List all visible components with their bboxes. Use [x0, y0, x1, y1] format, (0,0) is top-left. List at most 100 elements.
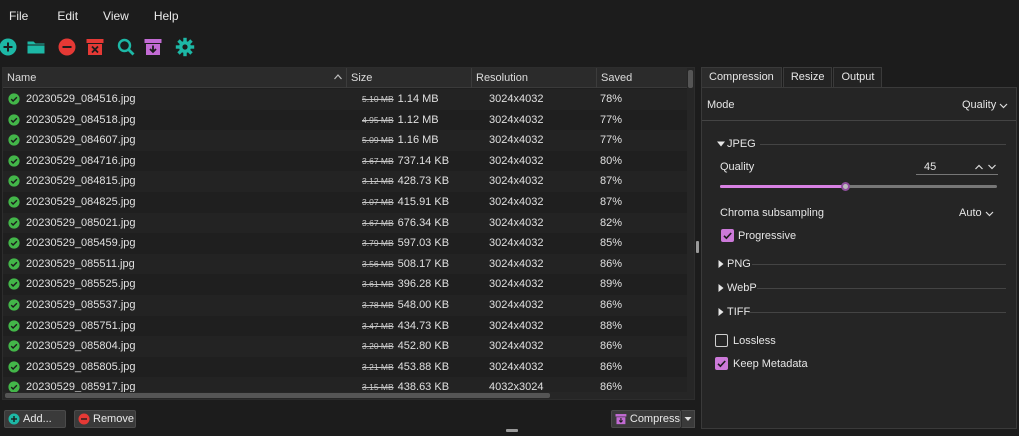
add-button[interactable]: Add...	[4, 410, 66, 428]
chevron-down-icon	[999, 103, 1008, 108]
check-circle-icon	[8, 113, 20, 126]
table-row[interactable]: 20230529_085459.jpg 3.79 MB 597.03 KB 3024x…	[3, 233, 687, 254]
horizontal-splitter-handle[interactable]	[506, 429, 518, 432]
chevron-down-icon[interactable]	[987, 160, 997, 174]
check-circle-icon	[8, 237, 20, 249]
tab-compression[interactable]: Compression	[701, 67, 782, 87]
progressive-label[interactable]: Progressive	[738, 230, 796, 242]
mode-select[interactable]: Quality	[962, 99, 1008, 111]
clear-all-icon[interactable]	[85, 37, 105, 57]
table-row[interactable]: 20230529_085537.jpg 3.78 MB 548.00 KB 3024x…	[3, 294, 687, 316]
search-icon[interactable]	[116, 37, 136, 57]
quality-slider-handle[interactable]	[840, 182, 850, 191]
keep-metadata-label[interactable]: Keep Metadata	[733, 358, 808, 370]
compress-icon	[615, 414, 627, 425]
column-header-saved[interactable]: Saved	[597, 68, 688, 88]
section-webp-label: WebP	[727, 282, 757, 294]
file-table: Name Size Resolution Saved 20230529_0845…	[2, 67, 695, 400]
tab-resize[interactable]: Resize	[782, 67, 833, 87]
original-size: 5.10 MB	[362, 94, 394, 104]
compress-options-button[interactable]	[681, 410, 695, 428]
menu-file[interactable]: File	[0, 9, 28, 23]
original-size: 3.15 MB	[362, 382, 394, 393]
compressed-size: 1.14 MB	[397, 93, 439, 105]
vertical-splitter-handle[interactable]	[696, 241, 699, 253]
file-resolution: 3024x4032	[489, 278, 544, 291]
column-header-name[interactable]: Name	[3, 68, 347, 88]
quality-slider[interactable]	[720, 182, 997, 191]
check-circle-icon	[8, 216, 20, 229]
vertical-scrollbar[interactable]	[687, 68, 694, 399]
original-size: 3.78 MB	[362, 299, 394, 310]
progressive-checkbox[interactable]	[721, 229, 734, 242]
horizontal-scrollbar[interactable]	[3, 392, 687, 399]
section-webp[interactable]: WebP	[717, 282, 757, 294]
keep-metadata-checkbox[interactable]	[715, 357, 728, 370]
check-circle-icon	[8, 196, 20, 208]
file-resolution: 3024x4032	[489, 93, 544, 105]
chroma-subsampling-select[interactable]: Auto	[959, 207, 994, 219]
check-circle-icon	[8, 299, 20, 311]
remove-icon[interactable]	[57, 37, 77, 57]
remove-button[interactable]: Remove	[74, 410, 136, 428]
sort-ascending-icon	[334, 74, 342, 80]
tab-output[interactable]: Output	[833, 67, 883, 87]
column-header-size[interactable]: Size	[347, 68, 472, 88]
table-row[interactable]: 20230529_085804.jpg 3.20 MB 452.80 KB 3024x…	[3, 336, 687, 357]
section-png[interactable]: PNG	[717, 258, 751, 270]
file-size: 3.20 MB 452.80 KB	[362, 336, 472, 357]
column-header-resolution[interactable]: Resolution	[472, 68, 597, 88]
original-size: 3.21 MB	[362, 361, 394, 372]
horizontal-scrollbar-thumb[interactable]	[5, 393, 550, 398]
lossless-checkbox[interactable]	[715, 334, 728, 347]
table-row[interactable]: 20230529_085805.jpg 3.21 MB 453.88 KB 3024x…	[3, 356, 687, 378]
section-tiff[interactable]: TIFF	[717, 306, 750, 318]
table-row[interactable]: 20230529_085525.jpg 3.61 MB 396.28 KB 3024x…	[3, 274, 687, 295]
file-saved-percent: 88%	[600, 319, 623, 332]
file-size: 3.67 MB 737.14 KB	[362, 151, 472, 172]
menu-edit[interactable]: Edit	[48, 9, 78, 23]
table-row[interactable]: 20230529_084815.jpg 3.12 MB 428.73 KB 3024x…	[3, 171, 687, 192]
table-row[interactable]: 20230529_084607.jpg 5.09 MB 1.16 MB 3024x40…	[3, 130, 687, 151]
compressed-size: 434.73 KB	[397, 319, 450, 332]
file-resolution: 3024x4032	[489, 257, 544, 270]
menu-bar: File Edit View Help	[0, 0, 1019, 32]
file-name: 20230529_085537.jpg	[26, 298, 136, 311]
compressed-size: 415.91 KB	[397, 195, 450, 208]
section-jpeg-label: JPEG	[727, 138, 756, 150]
table-row[interactable]: 20230529_084716.jpg 3.67 MB 737.14 KB 3024x…	[3, 150, 687, 172]
settings-icon[interactable]	[175, 37, 195, 57]
remove-button-label: Remove	[93, 413, 134, 425]
menu-view[interactable]: View	[94, 9, 129, 23]
chevron-up-icon[interactable]	[974, 160, 984, 174]
compressed-size: 452.80 KB	[397, 340, 450, 353]
file-name: 20230529_085459.jpg	[26, 237, 136, 250]
vertical-scrollbar-thumb[interactable]	[688, 70, 693, 88]
lossless-label[interactable]: Lossless	[733, 335, 776, 347]
quality-spinbox[interactable]: 45	[916, 160, 998, 175]
file-resolution: 3024x4032	[489, 113, 544, 126]
add-files-icon[interactable]	[0, 37, 18, 57]
table-row[interactable]: 20230529_085021.jpg 3.67 MB 676.34 KB 3024x…	[3, 212, 687, 234]
file-name: 20230529_085511.jpg	[26, 257, 135, 270]
table-row[interactable]: 20230529_084518.jpg 4.95 MB 1.12 MB 3024x40…	[3, 109, 687, 131]
section-jpeg[interactable]: JPEG	[717, 138, 756, 150]
table-row[interactable]: 20230529_085751.jpg 3.47 MB 434.73 KB 3024x…	[3, 315, 687, 337]
file-resolution: 3024x4032	[489, 195, 544, 208]
file-resolution: 3024x4032	[489, 298, 544, 311]
compress-button[interactable]: Compress	[611, 410, 681, 428]
output-folder-icon[interactable]	[143, 37, 163, 57]
file-name: 20230529_084607.jpg	[26, 134, 136, 147]
file-size: 3.78 MB 548.00 KB	[362, 295, 472, 316]
file-saved-percent: 87%	[600, 195, 623, 208]
table-row[interactable]: 20230529_084825.jpg 3.07 MB 415.91 KB 3024x…	[3, 191, 687, 213]
file-saved-percent: 85%	[600, 237, 623, 250]
open-folder-icon[interactable]	[26, 37, 46, 57]
table-row[interactable]: 20230529_085511.jpg 3.56 MB 508.17 KB 3024x…	[3, 253, 687, 275]
menu-help[interactable]: Help	[145, 9, 179, 23]
checkmark-icon	[723, 232, 732, 240]
plus-circle-icon	[8, 413, 20, 425]
file-saved-percent: 86%	[600, 360, 623, 373]
table-row[interactable]: 20230529_084516.jpg 5.10 MB 1.14 MB 3024x40…	[3, 89, 687, 110]
check-circle-icon	[8, 361, 20, 373]
